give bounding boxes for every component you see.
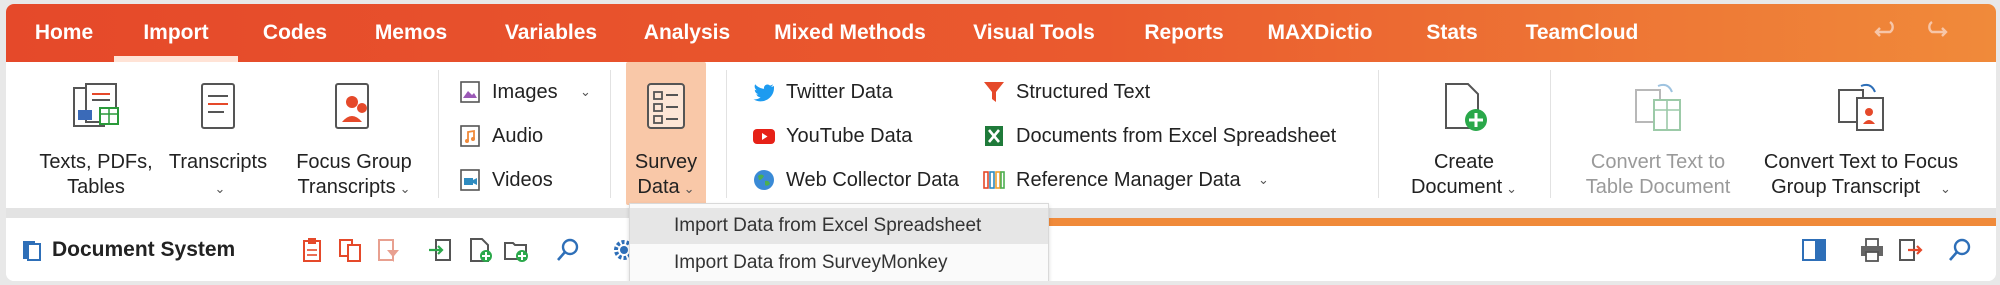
chevron-down-icon: ⌄ xyxy=(399,181,411,196)
new-document-icon[interactable] xyxy=(466,236,494,264)
chevron-down-icon: ⌄ xyxy=(1506,181,1518,196)
convert-focus-icon xyxy=(1838,83,1884,131)
survey-data-button[interactable]: Survey Data ⌄ xyxy=(626,62,706,208)
tab-analysis[interactable]: Analysis xyxy=(638,4,736,62)
convert-to-table-button[interactable]: Convert Text to Table Document xyxy=(1566,62,1750,208)
copy-icon[interactable] xyxy=(336,236,364,264)
documents-icon xyxy=(73,83,119,127)
divider xyxy=(1378,70,1379,198)
tab-reports[interactable]: Reports xyxy=(1136,4,1232,62)
print-icon[interactable] xyxy=(1858,236,1886,264)
survey-data-label: Survey Data ⌄ xyxy=(634,151,698,198)
divider xyxy=(610,70,611,198)
excel-icon xyxy=(985,126,1003,146)
focus-group-transcripts-button[interactable]: Focus Group Transcripts ⌄ xyxy=(284,62,424,208)
chevron-down-icon: ⌄ xyxy=(214,181,226,196)
chevron-down-icon: ⌄ xyxy=(1940,181,1951,196)
create-document-icon xyxy=(1445,83,1487,131)
chevron-down-icon: ⌄ xyxy=(580,84,591,99)
undo-icon[interactable] xyxy=(1872,18,1900,46)
window-accent-line xyxy=(1036,218,1996,226)
tab-variables[interactable]: Variables xyxy=(496,4,606,62)
import-excel-menu-item[interactable]: Import Data from Excel Spreadsheet xyxy=(630,208,1048,244)
twitter-icon xyxy=(753,84,774,102)
new-folder-icon[interactable] xyxy=(502,236,530,264)
convert-table-icon xyxy=(1635,83,1681,131)
divider xyxy=(1550,70,1551,198)
panel-toggle-icon[interactable] xyxy=(1800,236,1828,264)
transcript-icon xyxy=(201,83,235,129)
clipboard-icon[interactable] xyxy=(298,236,326,264)
texts-pdfs-tables-button[interactable]: Texts, PDFs, Tables xyxy=(16,62,176,208)
image-icon xyxy=(460,81,480,103)
export-icon[interactable] xyxy=(1896,236,1924,264)
chevron-down-icon: ⌄ xyxy=(1258,172,1269,187)
convert-to-focus-group-label: Convert Text to Focus Group Transcript ⌄ xyxy=(1763,151,1959,198)
create-document-label: Create Document ⌄ xyxy=(1410,151,1518,198)
convert-to-table-label: Convert Text to Table Document xyxy=(1585,151,1731,198)
books-icon xyxy=(983,171,1005,189)
chevron-down-icon: ⌄ xyxy=(683,181,695,196)
focus-group-label: Focus Group Transcripts ⌄ xyxy=(296,151,412,198)
tab-visual-tools[interactable]: Visual Tools xyxy=(966,4,1102,62)
video-icon xyxy=(460,169,480,191)
transcripts-label: Transcripts ⌄ xyxy=(168,151,268,196)
filter-icon xyxy=(984,82,1004,102)
search-icon[interactable] xyxy=(554,236,582,264)
globe-icon xyxy=(754,170,774,190)
document-system-icon xyxy=(23,241,41,261)
youtube-icon xyxy=(753,129,775,144)
survey-data-dropdown: Import Data from Excel Spreadsheet Impor… xyxy=(629,203,1049,281)
redo-icon[interactable] xyxy=(1922,18,1950,46)
focus-group-icon xyxy=(335,83,369,129)
survey-icon xyxy=(647,83,685,129)
import-icon[interactable] xyxy=(426,236,454,264)
search-documents-icon[interactable] xyxy=(1946,236,1974,264)
convert-to-focus-group-button[interactable]: Convert Text to Focus Group Transcript ⌄ xyxy=(1754,62,1968,208)
create-document-button[interactable]: Create Document ⌄ xyxy=(1394,62,1534,208)
tab-codes[interactable]: Codes xyxy=(254,4,336,62)
tab-home[interactable]: Home xyxy=(28,4,100,62)
tab-import[interactable]: Import xyxy=(114,4,238,62)
divider xyxy=(726,70,727,198)
import-surveymonkey-menu-item[interactable]: Import Data from SurveyMonkey xyxy=(630,245,1048,281)
ribbon: Texts, PDFs, Tables Transcripts ⌄ Focus … xyxy=(6,62,1996,208)
tab-teamcloud[interactable]: TeamCloud xyxy=(1520,4,1644,62)
transcripts-button[interactable]: Transcripts ⌄ xyxy=(158,62,278,208)
app-window: Home Import Codes Memos Variables Analys… xyxy=(6,4,1996,281)
tab-maxdictio[interactable]: MAXDictio xyxy=(1262,4,1378,62)
menu-bar: Home Import Codes Memos Variables Analys… xyxy=(6,4,1996,62)
tab-memos[interactable]: Memos xyxy=(370,4,452,62)
tab-mixed-methods[interactable]: Mixed Methods xyxy=(770,4,930,62)
texts-pdfs-tables-label: Texts, PDFs, Tables xyxy=(39,151,153,198)
divider xyxy=(438,70,439,198)
tab-stats[interactable]: Stats xyxy=(1418,4,1486,62)
audio-icon xyxy=(460,125,480,147)
filter-documents-icon[interactable] xyxy=(374,236,402,264)
document-system-title: Document System xyxy=(52,238,236,261)
